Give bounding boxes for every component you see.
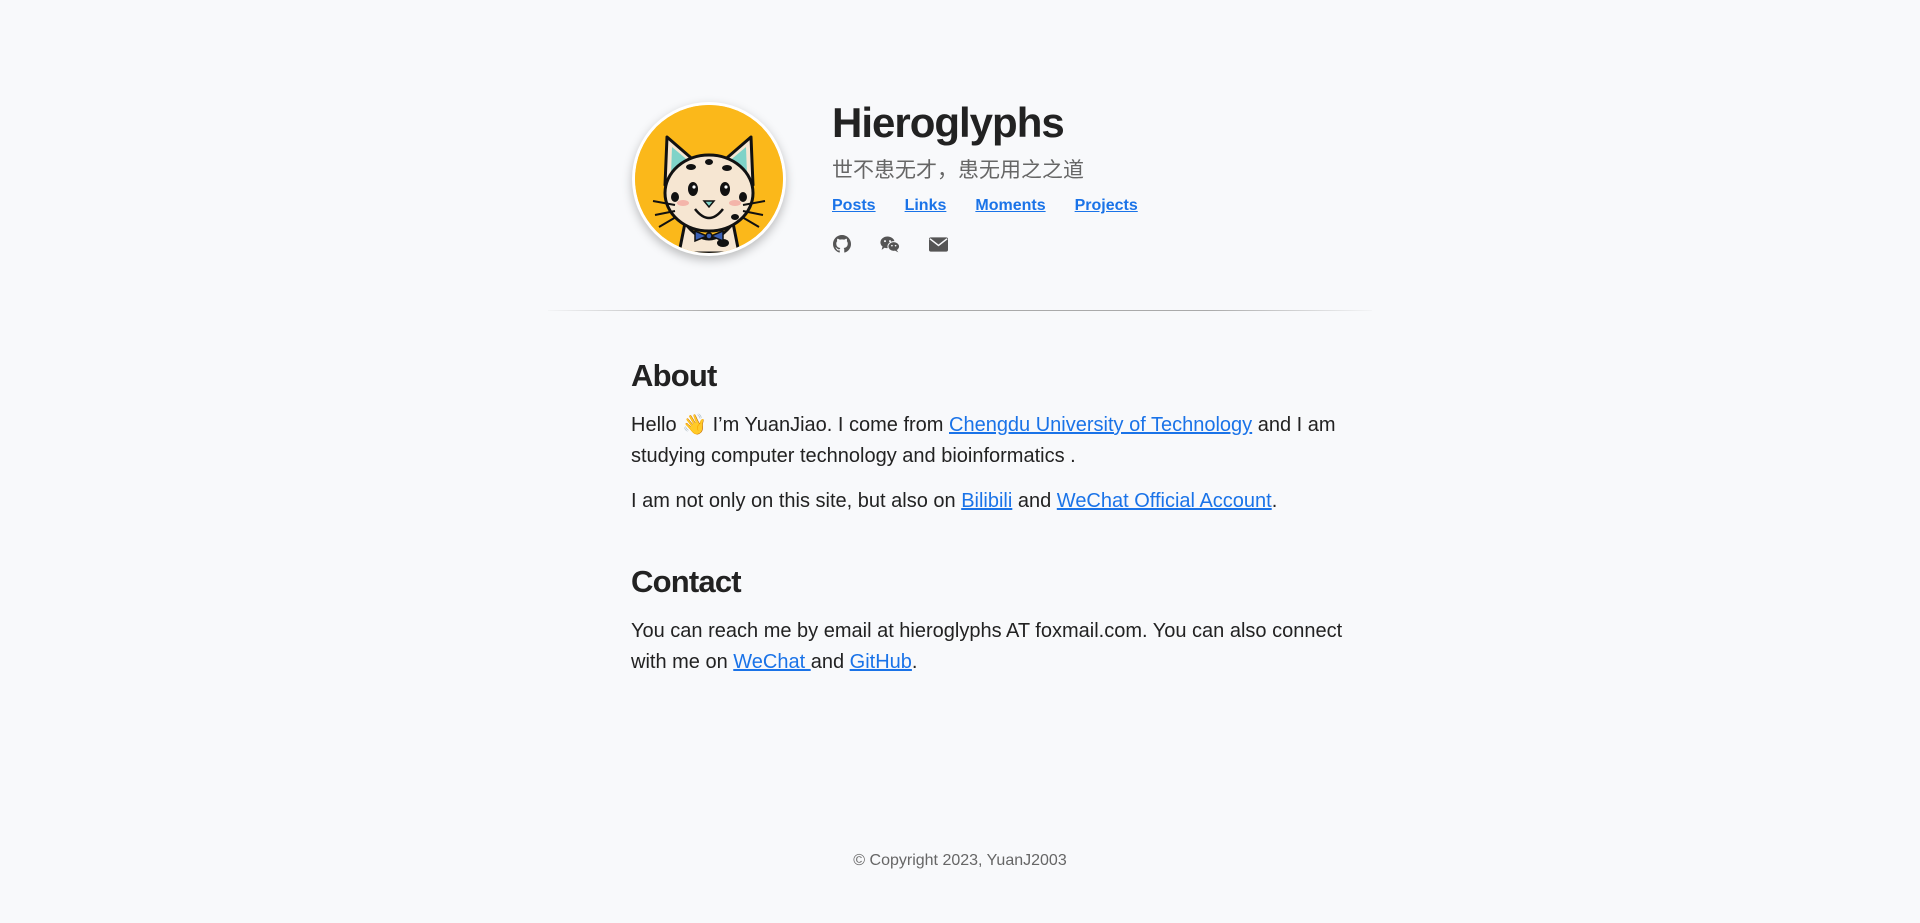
github-link[interactable]: GitHub: [850, 651, 912, 673]
about-text: and: [1012, 490, 1057, 512]
social-links: [832, 234, 1138, 254]
contact-heading: Contact: [631, 564, 742, 599]
about-section: About Hello 👋 I’m YuanJiao. I come from …: [631, 356, 1371, 517]
page: Hieroglyphs 世不患无才，患无用之之道 Posts Links Mom…: [0, 0, 1920, 923]
github-icon[interactable]: [832, 234, 852, 254]
university-link[interactable]: Chengdu University of Technology: [949, 414, 1252, 436]
nav-link-projects[interactable]: Projects: [1075, 196, 1138, 216]
footer-copyright: © Copyright 2023, YuanJ2003: [853, 852, 1067, 869]
cat-avatar-image: [635, 105, 783, 253]
bilibili-link[interactable]: Bilibili: [961, 490, 1012, 512]
contact-text: and: [810, 651, 850, 673]
about-paragraph-sites: I am not only on this site, but also on …: [631, 486, 1371, 517]
nav-link-links[interactable]: Links: [905, 196, 947, 216]
wechat-official-account-link[interactable]: WeChat Official Account: [1057, 490, 1272, 512]
site-header: Hieroglyphs 世不患无才，患无用之之道 Posts Links Mom…: [632, 100, 1372, 270]
about-text: Hello: [631, 414, 677, 436]
contact-paragraph: You can reach me by email at hieroglyphs…: [631, 616, 1371, 678]
site-title[interactable]: Hieroglyphs: [832, 100, 1138, 146]
about-text: I am not only on this site, but also on: [631, 490, 962, 512]
nav-link-moments[interactable]: Moments: [975, 196, 1045, 216]
waving-hand-emoji: 👋: [682, 414, 708, 436]
nav-link-posts[interactable]: Posts: [832, 196, 876, 216]
envelope-icon[interactable]: [928, 234, 948, 254]
avatar[interactable]: [632, 102, 786, 256]
contact-text: .: [911, 651, 918, 673]
cat-icon: [635, 105, 783, 253]
about-text: I’m YuanJiao. I come from: [707, 414, 949, 436]
wechat-icon[interactable]: [880, 234, 900, 254]
site-info: Hieroglyphs 世不患无才，患无用之之道 Posts Links Mom…: [832, 100, 1138, 254]
contact-section: Contact You can reach me by email at hie…: [631, 562, 1371, 678]
main-nav: Posts Links Moments Projects: [832, 196, 1138, 216]
about-heading: About: [631, 358, 717, 393]
about-text: .: [1271, 490, 1278, 512]
about-paragraph-intro: Hello 👋 I’m YuanJiao. I come from Chengd…: [631, 410, 1371, 472]
main-content: About Hello 👋 I’m YuanJiao. I come from …: [631, 356, 1371, 678]
site-description: 世不患无才，患无用之之道: [832, 159, 1084, 182]
header-divider: [548, 310, 1372, 311]
wechat-link[interactable]: WeChat: [733, 651, 810, 673]
